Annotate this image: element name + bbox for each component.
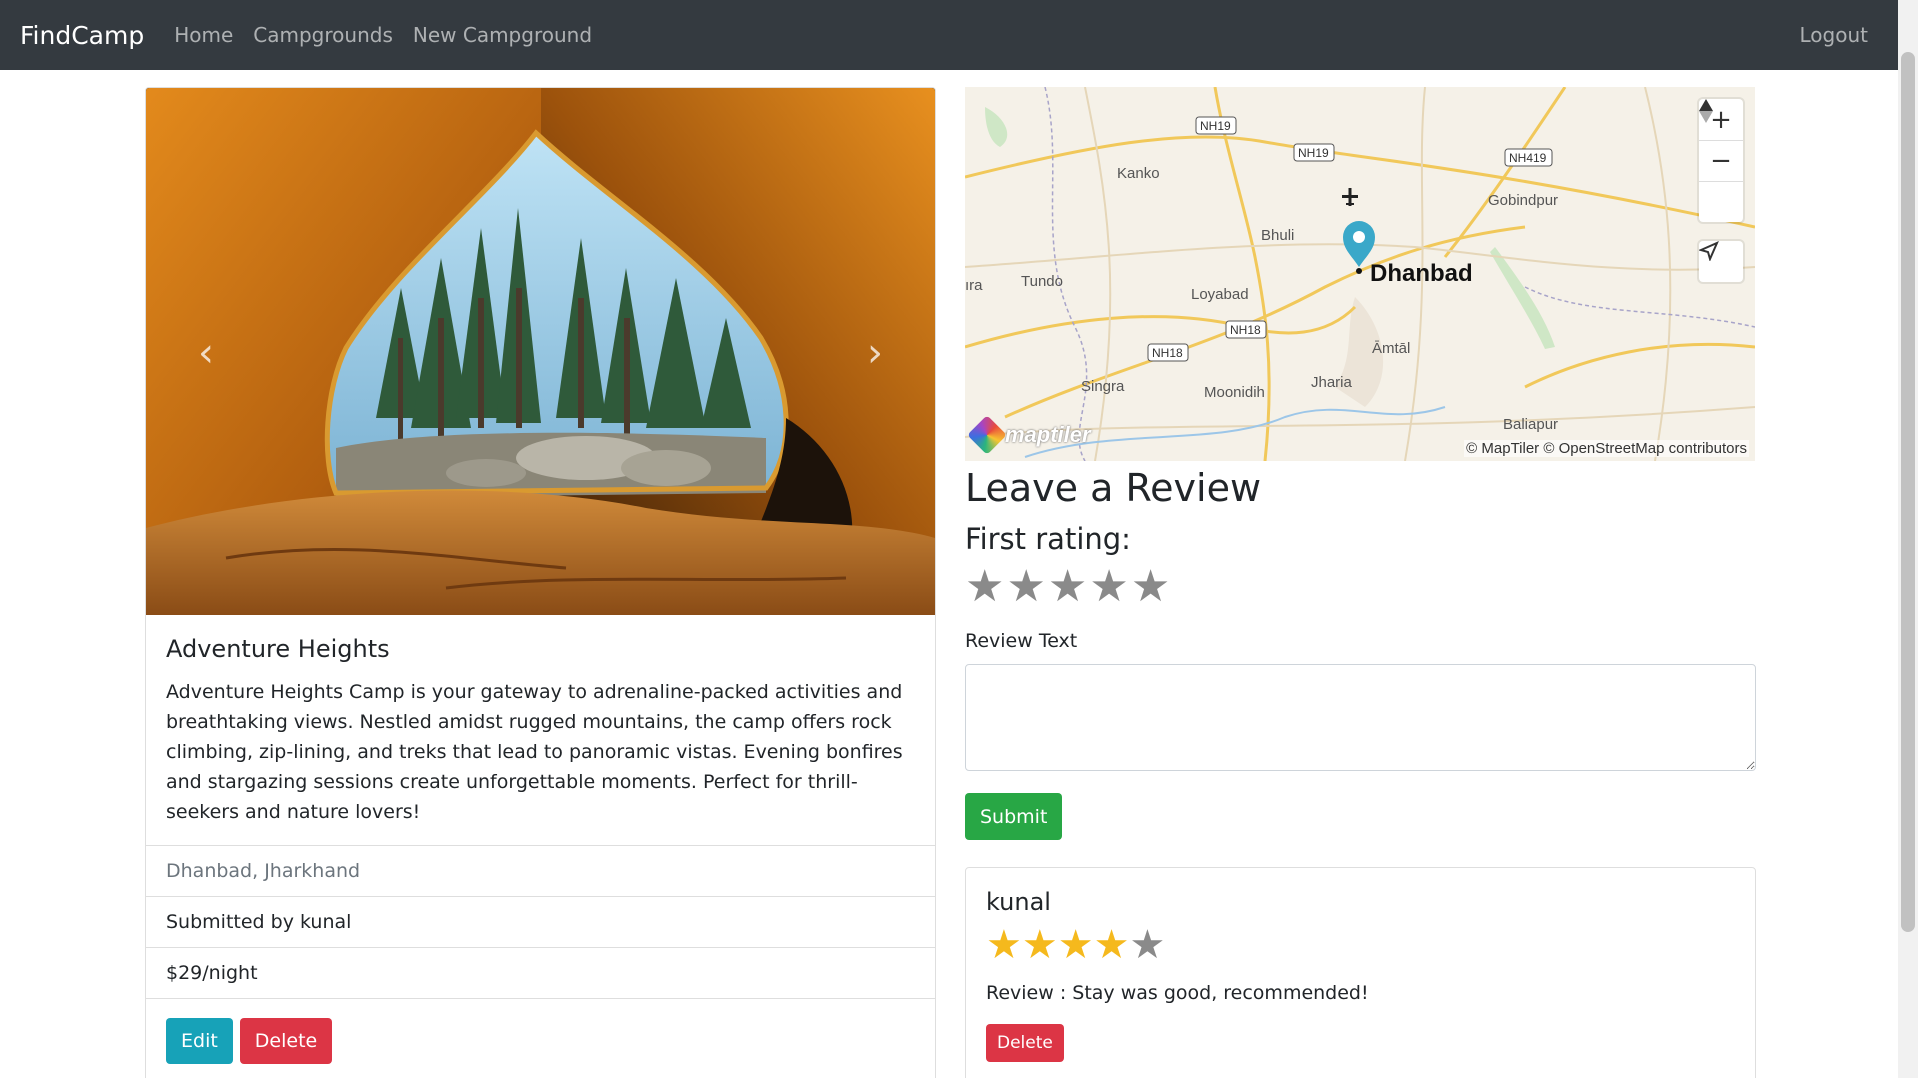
nav-campgrounds-link[interactable]: Campgrounds bbox=[253, 23, 393, 47]
rating-star-4[interactable]: ★ bbox=[1089, 562, 1128, 612]
map-attribution[interactable]: © MapTiler © OpenStreetMap contributors bbox=[1464, 440, 1749, 457]
rating-input: ★ ★ ★ ★ ★ bbox=[965, 562, 1756, 612]
campground-actions: Edit Delete bbox=[146, 998, 935, 1078]
review-star-4: ★ bbox=[1093, 922, 1130, 968]
map-label-baliapur: Baliapur bbox=[1503, 416, 1558, 433]
map-label-tundo: Tundo bbox=[1021, 273, 1063, 290]
zoom-out-icon[interactable]: − bbox=[1699, 140, 1743, 181]
nav-home-link[interactable]: Home bbox=[174, 23, 233, 47]
maptiler-logo-text: maptiler bbox=[1005, 422, 1091, 447]
road-shield-nh18-a: NH18 bbox=[1230, 323, 1261, 337]
rating-star-3[interactable]: ★ bbox=[1048, 562, 1087, 612]
review-heading: Leave a Review bbox=[965, 466, 1262, 510]
rating-star-2[interactable]: ★ bbox=[1006, 562, 1045, 612]
submit-button[interactable]: Submit bbox=[965, 793, 1063, 840]
map-label-loyabad: Loyabad bbox=[1191, 286, 1249, 303]
map-label-dhanbad: Dhanbad bbox=[1370, 260, 1473, 287]
campground-card: ‹ › Adventure Heights Adventure Heights … bbox=[145, 87, 936, 1078]
road-shield-nh18-b: NH18 bbox=[1152, 346, 1183, 360]
geolocate-icon[interactable] bbox=[1699, 241, 1743, 282]
review-text-label: Review Text bbox=[965, 630, 1078, 652]
image-carousel: ‹ › bbox=[146, 88, 935, 615]
review-rating: ★ ★ ★ ★ ★ bbox=[986, 922, 1735, 968]
map-tiles: Kanko Bhuli Gobindpur ıra Tundo Loyabad … bbox=[965, 87, 1755, 461]
campground-price: $29/night bbox=[146, 947, 935, 998]
map-label-kanko: Kanko bbox=[1117, 165, 1160, 182]
rating-label: First rating: bbox=[965, 522, 1131, 556]
nav-new-campground-link[interactable]: New Campground bbox=[413, 23, 592, 47]
map-label-singra: Singra bbox=[1081, 378, 1125, 395]
campground-details: Adventure Heights Adventure Heights Camp… bbox=[146, 615, 935, 845]
delete-review-button[interactable]: Delete bbox=[986, 1024, 1064, 1062]
scrollbar-thumb[interactable] bbox=[1901, 52, 1915, 932]
rating-star-5[interactable]: ★ bbox=[1131, 562, 1170, 612]
edit-button[interactable]: Edit bbox=[166, 1018, 233, 1064]
review-card: kunal ★ ★ ★ ★ ★ Review : Stay was good, … bbox=[965, 867, 1756, 1078]
campground-title: Adventure Heights bbox=[166, 635, 390, 663]
carousel-prev-icon[interactable]: ‹ bbox=[186, 328, 226, 378]
road-shield-nh19-b: NH19 bbox=[1298, 146, 1329, 160]
review-form: Leave a Review First rating: ★ ★ ★ ★ ★ R… bbox=[965, 460, 1756, 840]
campground-map[interactable]: Kanko Bhuli Gobindpur ıra Tundo Loyabad … bbox=[965, 87, 1755, 461]
carousel-next-icon[interactable]: › bbox=[855, 328, 895, 378]
maptiler-logo[interactable]: maptiler bbox=[967, 415, 1091, 455]
map-label-gobindpur: Gobindpur bbox=[1488, 192, 1558, 209]
map-label-bhuli: Bhuli bbox=[1261, 227, 1294, 244]
tent-photo bbox=[146, 88, 935, 615]
brand-link[interactable]: FindCamp bbox=[20, 21, 144, 50]
review-textarea[interactable] bbox=[965, 664, 1756, 771]
road-shield-nh19-a: NH19 bbox=[1200, 119, 1231, 133]
road-shield-nh419: NH419 bbox=[1509, 151, 1547, 165]
map-geolocate-control bbox=[1699, 241, 1743, 282]
map-zoom-controls: + − bbox=[1699, 99, 1743, 222]
campground-author: Submitted by kunal bbox=[146, 896, 935, 947]
nav-logout-link[interactable]: Logout bbox=[1800, 23, 1868, 47]
campground-description: Adventure Heights Camp is your gateway t… bbox=[166, 681, 903, 823]
review-star-5: ★ bbox=[1129, 922, 1166, 968]
map-label-ara: ıra bbox=[965, 277, 983, 294]
review-star-2: ★ bbox=[1021, 922, 1058, 968]
review-star-3: ★ bbox=[1057, 922, 1094, 968]
map-label-jharia: Jharia bbox=[1311, 374, 1353, 391]
navbar: FindCamp Home Campgrounds New Campground… bbox=[0, 0, 1898, 70]
review-text: Review : Stay was good, recommended! bbox=[986, 982, 1369, 1004]
review-star-1: ★ bbox=[986, 922, 1022, 968]
maptiler-logo-icon bbox=[967, 415, 1007, 455]
delete-campground-button[interactable]: Delete bbox=[239, 1018, 333, 1064]
page-scrollbar[interactable] bbox=[1898, 0, 1918, 1078]
compass-icon[interactable] bbox=[1699, 99, 1743, 222]
campground-location: Dhanbad, Jharkhand bbox=[146, 845, 935, 896]
map-label-amtal: Āmtāl bbox=[1372, 340, 1410, 357]
rating-star-1[interactable]: ★ bbox=[965, 562, 1004, 612]
review-author: kunal bbox=[986, 888, 1051, 916]
map-label-moonidih: Moonidih bbox=[1204, 384, 1265, 401]
